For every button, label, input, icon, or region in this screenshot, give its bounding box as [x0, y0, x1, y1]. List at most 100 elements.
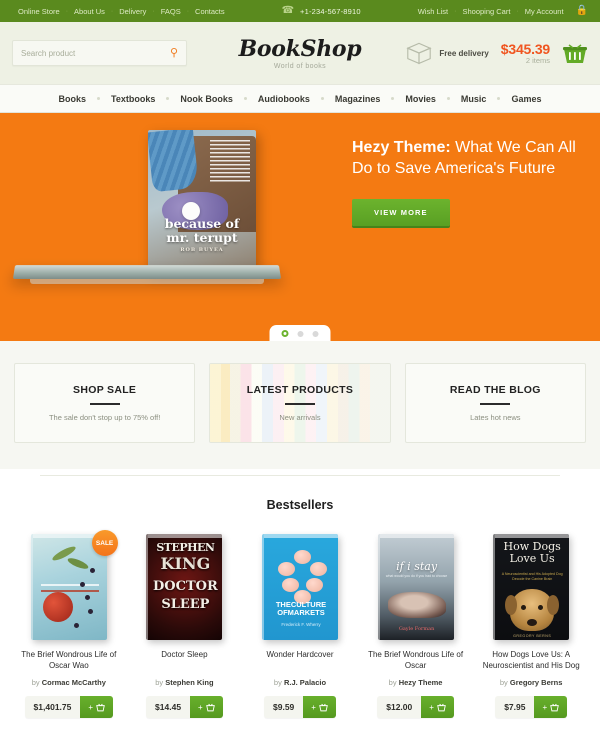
promo-latest-products[interactable]: LATEST PRODUCTS New arrivals — [209, 363, 391, 443]
cart-item-count: 2 items — [525, 56, 550, 65]
product-card[interactable]: SALE The Brief Wondrous Life of Oscar Wa… — [14, 530, 124, 718]
product-cover-image[interactable]: THECULTURE OFMARKETS Frederick F. Wherry — [261, 534, 338, 640]
nav-item-games[interactable]: Games — [500, 94, 552, 104]
promo-title: LATEST PRODUCTS — [246, 384, 354, 396]
product-cover-image[interactable]: How Dogs Love Us A Neuroscientist and Hi… — [493, 534, 570, 640]
product-name[interactable]: Doctor Sleep — [130, 650, 240, 672]
top-link-delivery[interactable]: Delivery — [113, 7, 152, 16]
cover-author-text: Frederick F. Wherry — [281, 622, 321, 627]
basket-plus-icon — [205, 703, 215, 711]
brand-logo[interactable]: BookShop World of books — [239, 36, 362, 70]
cover-author-text: GREGORY BERNS — [513, 634, 552, 638]
promo-title: SHOP SALE — [73, 384, 137, 396]
contact-phone: ☎ +1-234-567-8910 — [231, 6, 412, 16]
cart-total: $345.39 — [500, 41, 550, 57]
cover-title-text: THECULTURE OFMARKETS — [275, 599, 327, 618]
product-price: $7.95 — [504, 702, 526, 712]
product-cover-wrap: if i stay what would you do if you had t… — [361, 532, 471, 640]
product-cover-wrap: SALE — [14, 530, 124, 640]
hero-cover-title-line2: mr. terupt — [166, 229, 238, 245]
carousel-dot-1[interactable] — [281, 330, 289, 337]
hero-banner: because of mr. terupt ROB BUYEA Hezy The… — [0, 113, 600, 341]
cover-author-text: Gayle Forman — [398, 626, 435, 632]
top-link-about-us[interactable]: About Us — [68, 7, 111, 16]
carousel-dots — [269, 325, 331, 341]
cover-art-blurb-text — [210, 140, 250, 184]
plus-label: + — [88, 702, 94, 712]
nav-item-music[interactable]: Music — [450, 94, 498, 104]
add-to-cart-button[interactable]: + — [80, 696, 114, 718]
top-link-contacts[interactable]: Contacts — [189, 7, 231, 16]
hero-cover-title-line1: because of — [164, 215, 240, 231]
product-grid: SALE The Brief Wondrous Life of Oscar Wa… — [0, 530, 600, 718]
promo-subtitle: Lates hot news — [470, 413, 521, 422]
phone-number: +1-234-567-8910 — [300, 6, 361, 16]
promo-boxes: SHOP SALE The sale don't stop up to 75% … — [0, 341, 600, 469]
brand-name: BookShop — [238, 36, 362, 62]
add-to-cart-button[interactable]: + — [534, 696, 568, 718]
promo-read-the-blog[interactable]: READ THE BLOG Lates hot news — [404, 363, 586, 443]
bestsellers-section: Bestsellers SALE The Brief Wondrous Life — [0, 469, 600, 718]
account-links: Wish List · Shooping Cart · My Account 🔒 — [412, 6, 588, 16]
cover-text-line: STEPHEN — [156, 541, 215, 554]
product-author: by Hezy Theme — [361, 678, 471, 687]
search-icon[interactable]: ⚲ — [170, 47, 178, 59]
product-card[interactable]: if i stay what would you do if you had t… — [361, 532, 471, 718]
phone-icon: ☎ — [281, 5, 295, 16]
hero-cover-title: because of mr. terupt ROB BUYEA — [148, 215, 256, 255]
view-more-button[interactable]: VIEW MORE — [352, 199, 450, 227]
product-name[interactable]: The Brief Wondrous Life of Oscar — [361, 650, 471, 672]
by-prefix: by — [155, 678, 166, 687]
basket-plus-icon — [319, 703, 328, 711]
add-to-cart-button[interactable]: + — [190, 696, 223, 718]
product-cover-image[interactable]: STEPHEN KING DOCTOR SLEEP — [146, 534, 223, 640]
product-card[interactable]: How Dogs Love Us A Neuroscientist and Hi… — [476, 532, 586, 718]
product-author: by Stephen King — [130, 678, 240, 687]
by-prefix: by — [273, 678, 284, 687]
cover-title-text: if i stay — [396, 560, 438, 573]
product-cover-wrap: How Dogs Love Us A Neuroscientist and Hi… — [476, 532, 586, 640]
product-card[interactable]: THECULTURE OFMARKETS Frederick F. Wherry… — [245, 532, 355, 718]
free-delivery-block: Free delivery — [405, 41, 489, 65]
promo-subtitle: The sale don't stop up to 75% off! — [48, 413, 161, 422]
search-box[interactable]: ⚲ — [12, 40, 187, 66]
hero-shelf — [12, 265, 282, 279]
search-input[interactable] — [21, 48, 170, 58]
carousel-dot-2[interactable] — [297, 330, 304, 337]
promo-title: READ THE BLOG — [449, 384, 541, 396]
product-name[interactable]: The Brief Wondrous Life of Oscar Wao — [14, 650, 124, 672]
lock-icon[interactable]: 🔒 — [576, 6, 588, 16]
product-cover-wrap: STEPHEN KING DOCTOR SLEEP — [130, 532, 240, 640]
promo-shop-sale[interactable]: SHOP SALE The sale don't stop up to 75% … — [14, 363, 196, 443]
product-name[interactable]: How Dogs Love Us: A Neuroscientist and H… — [476, 650, 586, 672]
top-utility-bar: Online Store · About Us · Delivery · FAQ… — [0, 0, 600, 22]
cover-text-line: SLEEP — [161, 597, 210, 612]
nav-item-audiobooks[interactable]: Audiobooks — [247, 94, 321, 104]
top-link-shopping-cart[interactable]: Shooping Cart — [456, 7, 516, 16]
product-buy-group: $7.95 + — [495, 696, 568, 718]
cart-summary[interactable]: $345.39 2 items — [501, 41, 550, 65]
product-buy-group: $1,401.75 + — [24, 696, 114, 718]
bestsellers-title: Bestsellers — [266, 498, 334, 512]
product-cover-image[interactable]: if i stay what would you do if you had t… — [377, 534, 454, 640]
product-author: by Cormac McCarthy — [14, 678, 124, 687]
top-link-wish-list[interactable]: Wish List — [412, 7, 454, 16]
box-icon — [406, 42, 433, 65]
nav-item-books[interactable]: Books — [48, 94, 98, 104]
nav-item-movies[interactable]: Movies — [394, 94, 447, 104]
add-to-cart-button[interactable]: + — [303, 696, 336, 718]
nav-item-magazines[interactable]: Magazines — [324, 94, 392, 104]
carousel-dot-3[interactable] — [312, 330, 319, 337]
hero-book-cover[interactable]: because of mr. terupt ROB BUYEA — [148, 130, 256, 272]
top-link-faqs[interactable]: FAQS — [155, 7, 187, 16]
cover-text-line: DOCTOR — [153, 579, 218, 594]
basket-icon[interactable] — [562, 41, 588, 65]
product-name[interactable]: Wonder Hardcover — [245, 650, 355, 672]
nav-item-textbooks[interactable]: Textbooks — [100, 94, 166, 104]
section-divider — [40, 475, 560, 476]
nav-item-nook-books[interactable]: Nook Books — [169, 94, 244, 104]
add-to-cart-button[interactable]: + — [421, 696, 454, 718]
top-link-my-account[interactable]: My Account — [519, 7, 570, 16]
product-card[interactable]: STEPHEN KING DOCTOR SLEEP Doctor Sleep b… — [130, 532, 240, 718]
top-link-online-store[interactable]: Online Store — [12, 7, 66, 16]
